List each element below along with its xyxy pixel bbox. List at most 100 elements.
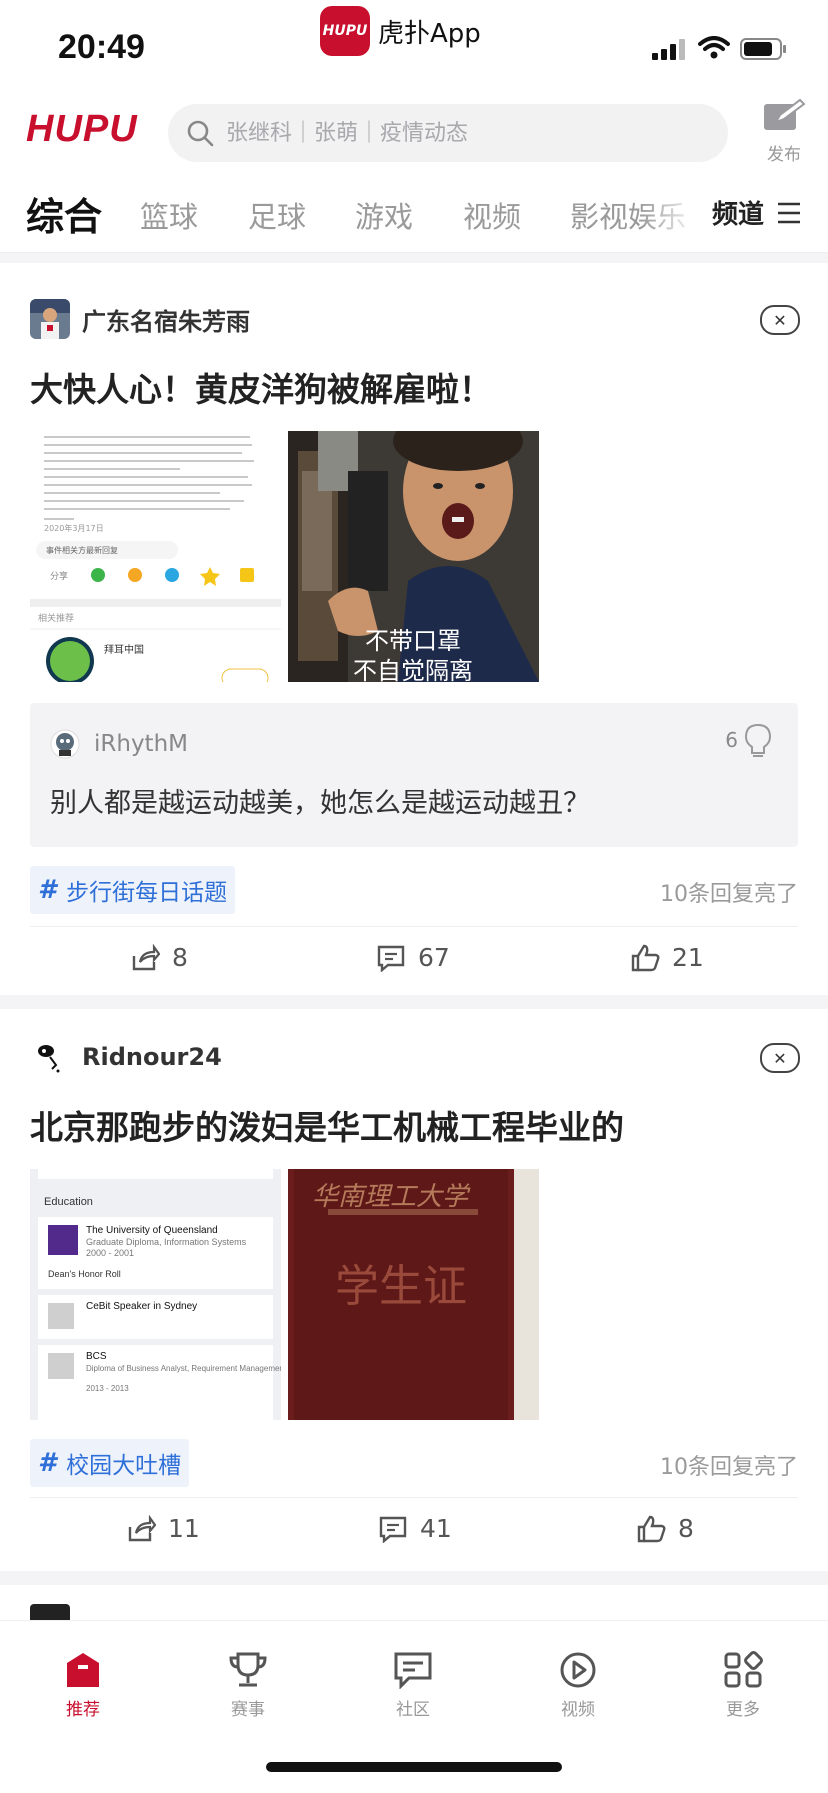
topic-tag[interactable]: # 步行街每日话题	[30, 866, 236, 914]
profile-uni-years: 2000 - 2001	[86, 1248, 134, 1258]
thumbs-up-icon	[631, 944, 660, 971]
comment-user[interactable]: iRhythM	[50, 729, 188, 759]
reply-hint[interactable]: 10条回复亮了	[660, 876, 798, 908]
nav-recommend[interactable]: 推荐	[33, 1651, 133, 1720]
tab-basketball[interactable]: 篮球	[140, 194, 198, 236]
profile-uni-sub: Graduate Diploma, Information Systems	[86, 1237, 247, 1247]
tab-video[interactable]: 视频	[463, 194, 521, 236]
search-icon	[187, 120, 214, 147]
topic-label: 步行街每日话题	[66, 880, 228, 906]
school-name: 华南理工大学	[312, 1182, 471, 1212]
share-button[interactable]: 11	[126, 1514, 200, 1543]
channel-button[interactable]: 频道	[708, 194, 803, 231]
feed-post-card[interactable]: 广东名宿朱芳雨 ✕ 大快人心！黄皮洋狗被解雇啦！ 2020年3月17日 事件相关…	[0, 263, 828, 993]
recommend-text: 相关推荐	[38, 612, 74, 624]
dismiss-post-button[interactable]: ✕	[760, 1043, 800, 1073]
search-bar[interactable]	[168, 104, 728, 162]
app-switch-pill[interactable]: HUPU 虎扑App	[320, 6, 481, 56]
status-bar: 20:49 HUPU 虎扑App	[0, 0, 828, 90]
tab-football[interactable]: 足球	[248, 194, 306, 236]
close-icon: ✕	[773, 310, 787, 330]
nav-matches[interactable]: 赛事	[198, 1651, 298, 1720]
post-image-statement[interactable]: 2020年3月17日 事件相关方最新回复 分享 相关推荐 拜耳中国	[30, 431, 281, 682]
nav-community[interactable]: 社区	[363, 1651, 463, 1720]
topic-label: 校园大吐槽	[66, 1453, 182, 1479]
card-cover-text: 学生证	[335, 1261, 467, 1312]
battery-icon	[740, 38, 786, 60]
like-button[interactable]: 8	[636, 1514, 694, 1543]
post-title[interactable]: 大快人心！黄皮洋狗被解雇啦！	[30, 363, 492, 411]
profile-bcs-sub: Diploma of Business Analyst, Requirement…	[86, 1364, 281, 1373]
tab-games[interactable]: 游戏	[355, 194, 413, 236]
thumbs-up-icon	[637, 1515, 666, 1542]
publish-button[interactable]: 发布	[756, 98, 812, 165]
trophy-icon	[229, 1652, 267, 1687]
tab-comprehensive[interactable]: 综合	[26, 186, 102, 241]
nav-label: 社区	[396, 1700, 430, 1720]
feed-divider	[0, 995, 828, 1009]
feed-post-card[interactable]: Ridnour24 ✕ 北京那跑步的泼妇是华工机械工程毕业的 Education…	[0, 1009, 828, 1569]
comment-button[interactable]: 67	[376, 943, 450, 972]
hupu-logo[interactable]: HUPU	[26, 108, 138, 151]
topic-hash-icon: #	[38, 1448, 57, 1478]
highlight-comment[interactable]: iRhythM 6 别人都是越运动越美，她怎么是越运动越丑？	[30, 703, 798, 847]
like-button[interactable]: 21	[630, 943, 704, 972]
nav-more[interactable]: 更多	[693, 1651, 793, 1720]
post-image-student-card[interactable]: 华南理工大学 学生证	[288, 1169, 539, 1420]
top-header: HUPU 发布	[0, 96, 828, 170]
topic-tag[interactable]: # 校园大吐槽	[30, 1439, 190, 1487]
topic-hash-icon: #	[38, 875, 57, 905]
app-name: 虎扑App	[378, 18, 481, 49]
grid-icon	[724, 1651, 763, 1688]
nav-label: 赛事	[231, 1700, 265, 1720]
nav-label: 更多	[726, 1700, 760, 1720]
comment-icon	[377, 945, 405, 972]
share-button[interactable]: 8	[130, 943, 188, 972]
topic-row: # 步行街每日话题 10条回复亮了	[30, 866, 798, 914]
profile-section: Education	[44, 1196, 93, 1208]
share-count: 11	[168, 1514, 200, 1543]
comment-count: 67	[418, 943, 450, 972]
profile-honor: Dean's Honor Roll	[48, 1269, 121, 1279]
profile-bcs: BCS	[86, 1351, 107, 1362]
post-author-name[interactable]: 广东名宿朱芳雨	[82, 302, 250, 337]
video-caption-line1: 不带口罩	[365, 627, 461, 655]
bayer-text: 拜耳中国	[104, 643, 144, 656]
profile-uni: The University of Queensland	[86, 1225, 218, 1236]
nav-video[interactable]: 视频	[528, 1651, 628, 1720]
share-count: 8	[172, 943, 188, 972]
comment-count: 41	[420, 1514, 452, 1543]
search-input[interactable]	[224, 119, 688, 147]
wifi-icon	[698, 36, 730, 59]
avatar[interactable]	[30, 299, 70, 339]
nav-label: 视频	[561, 1700, 595, 1720]
post-actions: 11 41 8	[30, 1497, 798, 1570]
post-author-row[interactable]: Ridnour24	[30, 1037, 222, 1077]
video-caption-line2: 不自觉隔离	[353, 657, 473, 682]
comment-button[interactable]: 41	[378, 1514, 452, 1543]
home-icon	[67, 1653, 99, 1687]
menu-icon	[778, 202, 801, 223]
like-count: 8	[678, 1514, 694, 1543]
post-actions: 8 67 21	[30, 926, 798, 999]
dismiss-post-button[interactable]: ✕	[760, 305, 800, 335]
comment-text: 别人都是越运动越美，她怎么是越运动越丑？	[50, 788, 590, 819]
avatar[interactable]	[30, 1037, 70, 1077]
nav-label: 推荐	[66, 1700, 100, 1720]
profile-cebit: CeBit Speaker in Sydney	[86, 1301, 197, 1312]
app-logo-icon: HUPU	[320, 6, 370, 56]
post-image-video-frame[interactable]: 不带口罩 不自觉隔离	[288, 431, 539, 682]
comment-light-count[interactable]: 6	[725, 723, 772, 757]
related-reply-label: 事件相关方最新回复	[46, 545, 118, 555]
post-image-profile[interactable]: Education The University of Queensland G…	[30, 1169, 281, 1420]
share-text: 分享	[50, 570, 68, 582]
post-author-row[interactable]: 广东名宿朱芳雨	[30, 299, 250, 339]
avatar	[50, 729, 80, 759]
comment-icon	[379, 1516, 407, 1543]
home-indicator[interactable]	[266, 1762, 562, 1772]
reply-hint[interactable]: 10条回复亮了	[660, 1449, 798, 1481]
comment-username: iRhythM	[94, 731, 188, 757]
avatar	[30, 1604, 70, 1620]
post-author-name[interactable]: Ridnour24	[82, 1043, 222, 1071]
post-title[interactable]: 北京那跑步的泼妇是华工机械工程毕业的	[30, 1101, 624, 1149]
